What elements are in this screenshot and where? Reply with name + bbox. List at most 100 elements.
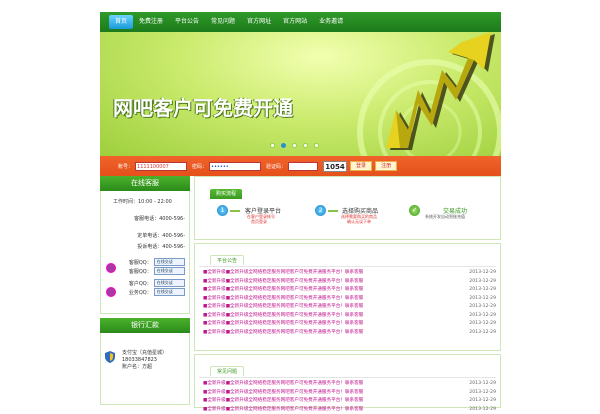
list-item[interactable]: ■全新升级■全新升级全网络稳定服务网吧客户可免费开通服务平台！联系客服2013-…: [203, 303, 496, 312]
banner-title: 网吧客户可免费开通: [113, 92, 293, 121]
qq-chat-button[interactable]: 在线交谈: [154, 279, 185, 287]
step-1-badge: 1: [217, 205, 228, 216]
step-2-sub: 确认无误下单: [347, 219, 371, 224]
carousel-dot-active[interactable]: [281, 143, 286, 148]
bank-line: 18033847823: [122, 357, 185, 364]
account-label: 账号：: [118, 163, 133, 170]
register-button[interactable]: 注册: [375, 161, 397, 171]
qq-row: 客户QQ： 在线交谈: [105, 279, 185, 287]
qq-row: 客服QQ： 在线交谈: [105, 258, 185, 266]
bank-transfer-header: 银行汇款: [100, 318, 190, 333]
login-button[interactable]: 登录: [350, 161, 372, 171]
list-item-title[interactable]: ■全新升级■全新升级全网络稳定服务网吧客户可免费开通服务平台！联系客服: [203, 269, 363, 278]
qq-row: 业务QQ： 在线交谈: [105, 288, 185, 296]
list-item[interactable]: ■全新升级■全新升级全网络稳定服务网吧客户可免费开通服务平台！联系客服 2013-…: [203, 380, 496, 389]
top-nav: 首页 免费注册 平台公告 常见问题 官方网址 官方网站 业务邀请: [100, 12, 501, 32]
list-item[interactable]: ■全新升级■全新升级全网络稳定服务网吧客户可免费开通服务平台！联系客服 2013-…: [203, 269, 496, 278]
hero-banner[interactable]: 网吧客户可免费开通: [100, 32, 501, 156]
nav-item-official-url[interactable]: 官方网址: [241, 15, 277, 29]
list-item[interactable]: ■全新升级■全新升级全网络稳定服务网吧客户可免费开通服务平台！联系客服 2013-…: [203, 397, 496, 406]
service-time: 工作时间：10:00 - 22:00: [113, 198, 185, 205]
list-item-date: 2013-12-29: [469, 380, 496, 389]
list-item-date: 2013-12-29: [469, 406, 496, 414]
captcha-input[interactable]: [288, 162, 318, 171]
list-item[interactable]: ■全新升级■全新升级全网络稳定服务网吧客户可免费开通服务平台！联系客服 2013-…: [203, 329, 496, 338]
carousel-dot[interactable]: [314, 143, 319, 148]
nav-item-official-site[interactable]: 官方网站: [277, 15, 313, 29]
process-steps: 1 客户登录平台 在客户登录帐号 首页登录 2 选择购买商品 选择需要购买的商品…: [195, 199, 500, 239]
nav-item-announcements[interactable]: 平台公告: [169, 15, 205, 29]
list-item-title[interactable]: ■全新升级■全新升级全网络稳定服务网吧客户可免费开通服务平台！联系客服: [203, 389, 363, 398]
announcements-tab[interactable]: 平台公告: [210, 255, 244, 265]
step-3-sub: 系统开发自动到账充值: [425, 214, 465, 219]
list-item[interactable]: ■全新升级■全新升级全网络稳定服务网吧客户可免费开通服务平台！联系客服 2013-…: [203, 286, 496, 295]
list-item-date: 2013-12-29: [469, 397, 496, 406]
site-container: 首页 免费注册 平台公告 常见问题 官方网址 官方网站 业务邀请 网吧客户可免费…: [100, 12, 501, 400]
password-input[interactable]: ••••••: [209, 162, 261, 171]
carousel-dots: [270, 143, 319, 148]
list-item-date: 2013-12-29: [469, 312, 496, 321]
carousel-dot[interactable]: [303, 143, 308, 148]
alipay-shield-icon: [105, 351, 115, 363]
main-content: 购买流程 1 客户登录平台 在客户登录帐号 首页登录 2 选择购买商品 选择需要…: [194, 176, 501, 400]
step-2-badge: 2: [315, 205, 326, 216]
list-item-title[interactable]: ■全新升级■全新升级全网络稳定服务网吧客户可免费开通服务平台！联系客服: [203, 303, 363, 312]
qq-label: 客户QQ：: [105, 280, 152, 287]
qq-chat-button[interactable]: 在线交谈: [154, 267, 185, 275]
list-item-title[interactable]: ■全新升级■全新升级全网络稳定服务网吧客户可免费开通服务平台！联系客服: [203, 329, 363, 338]
list-item-title[interactable]: ■全新升级■全新升级全网络稳定服务网吧客户可免费开通服务平台！联系客服: [203, 295, 363, 304]
announcements-panel: 平台公告 ■全新升级■全新升级全网络稳定服务网吧客户可免费开通服务平台！联系客服…: [194, 243, 501, 351]
nav-item-faq[interactable]: 常见问题: [205, 15, 241, 29]
bank-line: 支付宝（充值星城）: [122, 350, 185, 357]
purchase-process-panel: 购买流程 1 客户登录平台 在客户登录帐号 首页登录 2 选择购买商品 选择需要…: [194, 176, 501, 240]
faq-list: ■全新升级■全新升级全网络稳定服务网吧客户可免费开通服务平台！联系客服 2013-…: [195, 378, 500, 414]
phone-line: 客服电话：4000-596-: [105, 215, 185, 222]
list-item-title[interactable]: ■全新升级■全新升级全网络稳定服务网吧客户可免费开通服务平台！联系客服: [203, 397, 363, 406]
login-bar: 账号： 1111100007 密码： •••••• 验证码： 1054 登录 注…: [100, 156, 501, 176]
checkmark-icon: ✓: [409, 205, 420, 216]
list-item[interactable]: ■全新升级■全新升级全网络稳定服务网吧客户可免费开通服务平台！联系客服 2013-…: [203, 278, 496, 287]
list-item[interactable]: ■全新升级■全新升级全网络稳定服务网吧客户可免费开通服务平台！联系客服 2013-…: [203, 295, 496, 304]
phone-line: 定单电话：400-596-: [105, 232, 185, 239]
announcement-list: ■全新升级■全新升级全网络稳定服务网吧客户可免费开通服务平台！联系客服 2013-…: [195, 267, 500, 337]
online-service-header: 在线客服: [100, 176, 190, 191]
nav-item-home[interactable]: 首页: [109, 15, 133, 29]
qq-chat-button[interactable]: 在线交谈: [154, 258, 185, 266]
phone-line: 投诉电话：400-596-: [105, 243, 185, 250]
step-arrow: [328, 210, 338, 212]
list-item[interactable]: ■全新升级■全新升级全网络稳定服务网吧客户可免费开通服务平台！联系客服 2013-…: [203, 312, 496, 321]
list-item-title[interactable]: ■全新升级■全新升级全网络稳定服务网吧客户可免费开通服务平台！联系客服: [203, 312, 363, 321]
list-item-date: 2013-12-29: [469, 286, 496, 295]
carousel-dot[interactable]: [270, 143, 275, 148]
list-item-date: 2013-12-29: [469, 269, 496, 278]
online-service-panel: 工作时间：10:00 - 22:00 客服电话：4000-596- 定单电话：4…: [100, 191, 190, 314]
step-arrow: [230, 210, 240, 212]
list-item-date: 2013-12-29: [469, 329, 496, 338]
list-item-date: 2013-12-29: [469, 295, 496, 304]
nav-item-register[interactable]: 免费注册: [133, 15, 169, 29]
captcha-label: 验证码：: [266, 163, 286, 170]
qq-avatar-icon: [106, 263, 116, 273]
purchase-process-tab[interactable]: 购买流程: [210, 189, 242, 199]
list-item-date: 2013-12-29: [469, 278, 496, 287]
step-1-sub: 首页登录: [251, 219, 267, 224]
account-input[interactable]: 1111100007: [135, 162, 187, 171]
list-item-title[interactable]: ■全新升级■全新升级全网络稳定服务网吧客户可免费开通服务平台！联系客服: [203, 286, 363, 295]
qq-row: 客服QQ： 在线交谈: [105, 267, 185, 275]
list-item-title[interactable]: ■全新升级■全新升级全网络稳定服务网吧客户可免费开通服务平台！联系客服: [203, 320, 363, 329]
list-item[interactable]: ■全新升级■全新升级全网络稳定服务网吧客户可免费开通服务平台！联系客服2013-…: [203, 389, 496, 398]
list-item[interactable]: ■全新升级■全新升级全网络稳定服务网吧客户可免费开通服务平台！联系客服 2013-…: [203, 320, 496, 329]
nav-item-business[interactable]: 业务邀请: [313, 15, 349, 29]
list-item-title[interactable]: ■全新升级■全新升级全网络稳定服务网吧客户可免费开通服务平台！联系客服: [203, 380, 363, 389]
carousel-dot[interactable]: [292, 143, 297, 148]
list-item-title[interactable]: ■全新升级■全新升级全网络稳定服务网吧客户可免费开通服务平台！联系客服: [203, 406, 363, 414]
list-item-date: 2013-12-29: [469, 320, 496, 329]
bank-line: 账户名：方超: [122, 364, 185, 371]
bank-transfer-panel: 支付宝（充值星城） 18033847823 账户名：方超: [100, 333, 190, 405]
list-item-title[interactable]: ■全新升级■全新升级全网络稳定服务网吧客户可免费开通服务平台！联系客服: [203, 278, 363, 287]
faq-tab[interactable]: 常见问题: [210, 366, 244, 376]
list-item[interactable]: ■全新升级■全新升级全网络稳定服务网吧客户可免费开通服务平台！联系客服 2013-…: [203, 406, 496, 414]
captcha-image[interactable]: 1054: [323, 161, 347, 172]
qq-chat-button[interactable]: 在线交谈: [154, 288, 185, 296]
password-label: 密码：: [192, 163, 207, 170]
